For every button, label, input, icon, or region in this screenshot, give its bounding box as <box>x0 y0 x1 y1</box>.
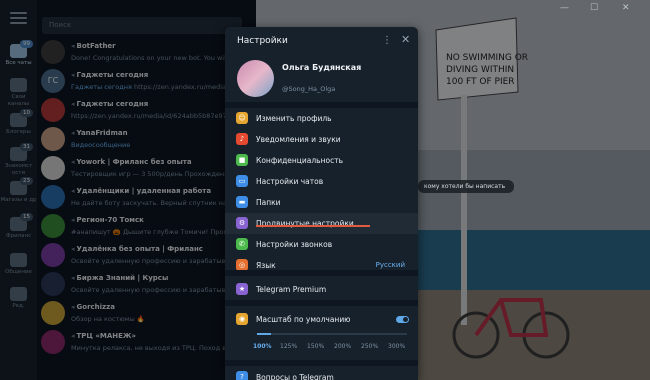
settings-item-label: Настройки чатов <box>256 177 324 186</box>
profile-username: @Song_Ha_Olga <box>282 85 336 93</box>
divider <box>225 300 418 306</box>
scale-option[interactable]: 200% <box>334 343 351 350</box>
settings-item-label: Настройки звонков <box>256 240 333 249</box>
settings-item[interactable]: ☺ Изменить профиль <box>225 108 418 129</box>
settings-item-label: Конфиденциальность <box>256 156 344 165</box>
divider <box>225 360 418 366</box>
settings-item-label: Масштаб по умолчанию <box>256 315 351 324</box>
scale-toggle[interactable] <box>396 316 409 323</box>
scale-slider-fill <box>257 333 271 335</box>
scale-option[interactable]: 100% <box>253 343 272 350</box>
folder-icon: ▬ <box>236 196 248 208</box>
scale-option[interactable]: 300% <box>388 343 405 350</box>
settings-item[interactable]: ▭ Настройки чатов <box>225 171 418 192</box>
settings-item-label: Изменить профиль <box>256 114 332 123</box>
scale-option[interactable]: 150% <box>307 343 324 350</box>
minimize-button[interactable]: — <box>560 3 569 13</box>
settings-item[interactable]: ✆ Настройки звонков <box>225 234 418 255</box>
settings-item[interactable]: ? Вопросы о Telegram <box>225 367 418 380</box>
language-value: Русский <box>375 261 405 269</box>
question-icon: ? <box>236 371 248 380</box>
window-close-button[interactable]: ✕ <box>622 3 630 13</box>
settings-title: Настройки <box>237 36 288 46</box>
scale-option[interactable]: 250% <box>361 343 378 350</box>
settings-item[interactable]: ♪ Уведомления и звуки <box>225 129 418 150</box>
settings-item-label: Язык <box>256 261 276 270</box>
settings-item[interactable]: ■ Конфиденциальность <box>225 150 418 171</box>
profile-name: Ольга Будянская <box>282 63 362 72</box>
settings-panel: Настройки ⋮ ✕ Ольга Будянская @Song_Ha_O… <box>225 27 418 380</box>
lock-icon: ■ <box>236 154 248 166</box>
profile-icon: ☺ <box>236 112 248 124</box>
settings-item-label: Вопросы о Telegram <box>256 373 334 380</box>
phone-icon: ✆ <box>236 238 248 250</box>
settings-item[interactable]: ★ Telegram Premium <box>225 279 418 300</box>
divider <box>225 270 418 276</box>
avatar[interactable] <box>237 60 274 97</box>
settings-item-label: Telegram Premium <box>256 285 327 294</box>
settings-item[interactable]: ◉ Масштаб по умолчанию <box>225 309 418 330</box>
chat-icon: ▭ <box>236 175 248 187</box>
settings-item-label: Уведомления и звуки <box>256 135 341 144</box>
settings-item-label: Папки <box>256 198 281 207</box>
settings-item[interactable]: ⚙ Продвинутые настройки <box>225 213 418 234</box>
scale-option[interactable]: 125% <box>280 343 297 350</box>
eye-icon: ◉ <box>236 313 248 325</box>
maximize-button[interactable]: ☐ <box>590 3 598 13</box>
close-icon[interactable]: ✕ <box>401 33 410 46</box>
settings-item[interactable]: ▬ Папки <box>225 192 418 213</box>
star-icon: ★ <box>236 283 248 295</box>
more-icon[interactable]: ⋮ <box>382 35 392 46</box>
scale-slider[interactable] <box>257 333 407 335</box>
highlight-underline <box>256 225 370 227</box>
chat-hint: кому хотели бы написать <box>418 180 514 193</box>
bell-icon: ♪ <box>236 133 248 145</box>
advanced-icon: ⚙ <box>236 217 248 229</box>
